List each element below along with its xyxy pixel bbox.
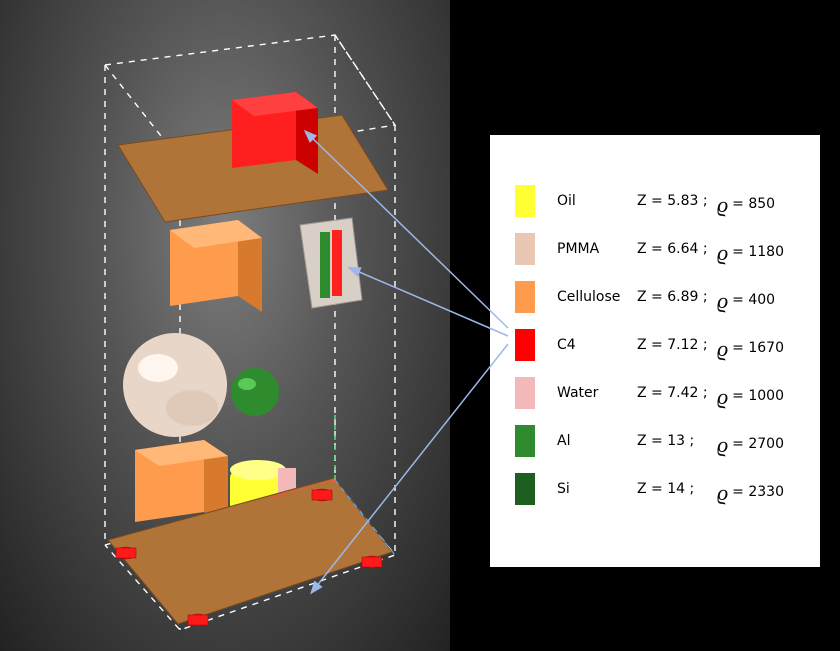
rho-number: = 400 [732,292,775,308]
rho-symbol: ϱ [717,288,728,314]
legend-swatch [515,377,535,409]
figure-root: OilZ = 5.83 ;ϱ= 850PMMAZ = 6.64 ;ϱ= 1180… [0,0,840,651]
legend-material-name: Water [557,385,637,401]
legend-swatch [515,233,535,265]
legend-rho-value: ϱ= 850 [717,188,802,214]
legend-rho-value: ϱ= 1670 [717,332,802,358]
legend-row: PMMAZ = 6.64 ;ϱ= 1180 [515,225,802,273]
legend-rho-value: ϱ= 2700 [717,428,802,454]
legend-z-value: Z = 6.64 ; [637,241,717,257]
legend-z-value: Z = 7.12 ; [637,337,717,353]
detector-tray [300,218,362,308]
rho-symbol: ϱ [717,480,728,506]
legend-z-value: Z = 6.89 ; [637,289,717,305]
rho-symbol: ϱ [717,192,728,218]
legend-material-name: C4 [557,337,637,353]
legend-rho-value: ϱ= 1180 [717,236,802,262]
legend-z-value: Z = 13 ; [637,433,717,449]
legend-row: CelluloseZ = 6.89 ;ϱ= 400 [515,273,802,321]
legend-material-name: PMMA [557,241,637,257]
legend-swatch [515,425,535,457]
pmma-sphere [123,333,227,437]
legend-row: WaterZ = 7.42 ;ϱ= 1000 [515,369,802,417]
cellulose-cube-mid [170,220,262,312]
legend-material-name: Si [557,481,637,497]
legend-material-name: Oil [557,193,637,209]
render-panel [0,0,450,651]
legend-swatch [515,185,535,217]
legend-row: OilZ = 5.83 ;ϱ= 850 [515,177,802,225]
rho-number: = 2330 [732,484,784,500]
legend-rho-value: ϱ= 400 [717,284,802,310]
rho-symbol: ϱ [717,432,728,458]
legend-swatch [515,329,535,361]
rho-number: = 1670 [732,340,784,356]
legend-rho-value: ϱ= 2330 [717,476,802,502]
legend-material-name: Al [557,433,637,449]
legend-z-value: Z = 5.83 ; [637,193,717,209]
legend-swatch [515,281,535,313]
scene-svg [0,0,450,651]
rho-number: = 1180 [732,244,784,260]
c4-cube-top [232,92,318,174]
legend-row: AlZ = 13 ;ϱ= 2700 [515,417,802,465]
rho-symbol: ϱ [717,336,728,362]
legend-row: SiZ = 14 ;ϱ= 2330 [515,465,802,513]
legend-rho-value: ϱ= 1000 [717,380,802,406]
legend-z-value: Z = 14 ; [637,481,717,497]
legend-z-value: Z = 7.42 ; [637,385,717,401]
rho-symbol: ϱ [717,384,728,410]
legend-row: C4Z = 7.12 ;ϱ= 1670 [515,321,802,369]
rho-number: = 1000 [732,388,784,404]
materials-legend: OilZ = 5.83 ;ϱ= 850PMMAZ = 6.64 ;ϱ= 1180… [490,135,820,567]
al-sphere [231,368,279,416]
rho-symbol: ϱ [717,240,728,266]
legend-material-name: Cellulose [557,289,637,305]
legend-swatch [515,473,535,505]
rho-number: = 850 [732,196,775,212]
rho-number: = 2700 [732,436,784,452]
